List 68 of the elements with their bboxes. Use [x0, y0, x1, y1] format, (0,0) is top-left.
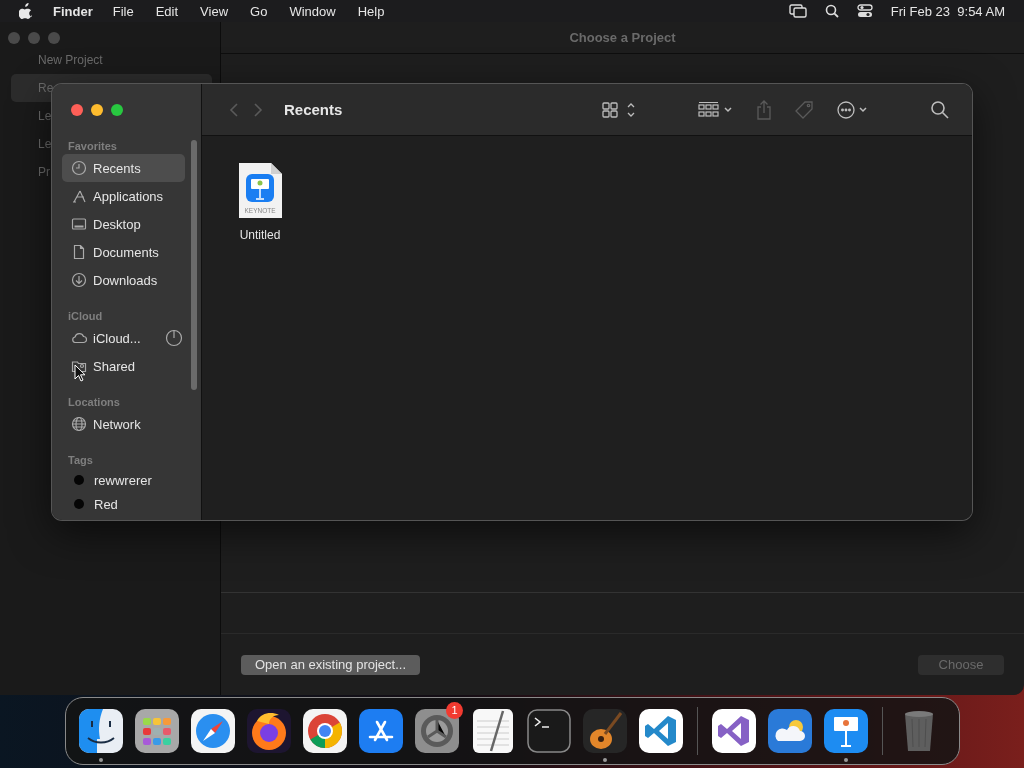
sidebar-item[interactable]: Downloads: [62, 266, 185, 294]
desktop-icon: [71, 216, 87, 232]
window-title: Choose a Project: [569, 30, 676, 45]
guitar-app-icon[interactable]: [583, 709, 627, 753]
globe-icon: [71, 416, 87, 432]
section-header: iCloud: [67, 309, 104, 324]
menu-item[interactable]: File: [112, 3, 134, 19]
terminal-app-icon[interactable]: [527, 709, 571, 753]
app-menu[interactable]: Finder: [53, 3, 93, 19]
menu-item[interactable]: Window: [289, 3, 336, 19]
sidebar-label: Network: [93, 416, 141, 432]
chevron-left-icon: [228, 101, 240, 118]
menu-item[interactable]: Go: [250, 3, 268, 19]
grid-app-icon[interactable]: [135, 709, 179, 753]
open-project-button[interactable]: Open an existing project...: [241, 654, 421, 675]
sidebar-label: iCloud...: [93, 330, 141, 346]
ide-app-icon[interactable]: [712, 709, 756, 753]
sidebar-item[interactable]: Red: [62, 492, 185, 516]
sidebar-item[interactable]: Network: [62, 410, 185, 438]
section-header: Tags: [67, 453, 94, 468]
scrollbar-thumb[interactable]: [191, 140, 197, 390]
podium-app-icon[interactable]: [824, 709, 868, 753]
screen-mirroring-icon[interactable]: [788, 4, 807, 18]
compass-app-icon[interactable]: [191, 709, 235, 753]
menu-item[interactable]: Edit: [155, 3, 179, 19]
sidebar-item[interactable]: iCloud...: [62, 324, 185, 352]
sidebar-item[interactable]: Documents: [62, 238, 185, 266]
sidebar-label: rewwrerer: [94, 472, 152, 488]
minimize-button[interactable]: [91, 104, 103, 116]
cloud-sun-app-icon[interactable]: [768, 709, 812, 753]
notification-badge: 1: [446, 702, 463, 719]
apps-icon: [71, 188, 87, 204]
clock-icon: [71, 160, 87, 176]
search-icon[interactable]: [824, 4, 839, 18]
menu-item[interactable]: View: [200, 3, 229, 19]
close-button[interactable]: [71, 104, 83, 116]
sidebar-label: Recents: [93, 160, 141, 176]
download-icon: [71, 272, 87, 288]
sidebar-item[interactable]: Recents: [62, 154, 185, 182]
shared-folder-icon: [71, 358, 87, 374]
cursor-icon: [74, 364, 86, 382]
sidebar-label: Downloads: [93, 272, 158, 288]
folder-title: Recents: [284, 101, 343, 118]
sidebar-item[interactable]: rewwrerer: [62, 468, 185, 492]
sidebar-label: Shared: [93, 358, 135, 374]
sidebar-label: Documents: [93, 244, 159, 260]
notepad-app-icon[interactable]: [471, 709, 515, 753]
chevron-right-icon: [252, 101, 264, 118]
face-app-icon[interactable]: [79, 709, 123, 753]
control-center-icon[interactable]: [856, 4, 873, 18]
section-header: Locations: [67, 395, 121, 410]
file-name: Untitled: [239, 228, 281, 242]
section-header: Favorites: [67, 139, 118, 154]
sidebar-label: Desktop: [93, 216, 141, 232]
ring-app-icon[interactable]: [303, 709, 347, 753]
code-editor-app-icon[interactable]: [639, 709, 683, 753]
sidebar-item[interactable]: Desktop: [62, 210, 185, 238]
sidebar-item[interactable]: Applications: [62, 182, 185, 210]
zoom-button[interactable]: [111, 104, 123, 116]
apple-logo-icon[interactable]: [19, 3, 33, 19]
clock-text: Fri Feb 23 9:54 AM: [890, 3, 1005, 19]
sidebar-label: Applications: [93, 188, 164, 204]
cloud-icon: [71, 330, 87, 346]
app-store-icon[interactable]: [359, 709, 403, 753]
menu-item[interactable]: Help: [357, 3, 385, 19]
document-icon: [71, 244, 87, 260]
sidebar-label: Red: [94, 496, 118, 512]
sidebar-item[interactable]: Shared: [62, 352, 185, 380]
